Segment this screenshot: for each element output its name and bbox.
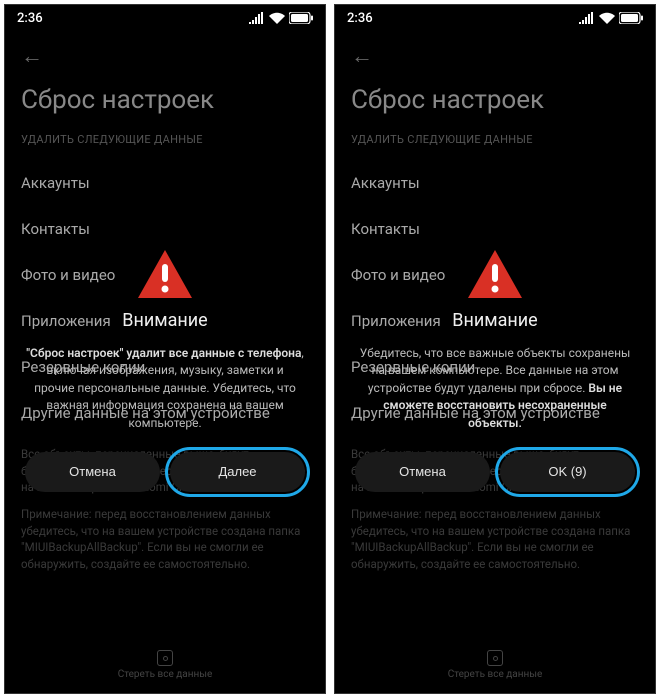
dialog-buttons: Отмена OK (9)	[335, 452, 655, 492]
warning-icon	[138, 250, 192, 298]
ok-button[interactable]: OK (9)	[500, 452, 635, 492]
phone-screenshot-1: 2:36 ← Сброс настроек УДАЛИТЬ СЛЕДУЮЩИЕ …	[4, 4, 326, 694]
phone-screenshot-2: 2:36 ← Сброс настроек УДАЛИТЬ СЛЕДУЮЩИЕ …	[334, 4, 656, 694]
dialog-overlay: Внимание "Сброс настроек" удалит все дан…	[5, 5, 325, 693]
dialog-body: "Сброс настроек" удалит все данные с тел…	[5, 345, 325, 432]
dialog-title: Внимание	[452, 310, 537, 331]
dialog-overlay: Внимание Убедитесь, что все важные объек…	[335, 5, 655, 693]
dialog-buttons: Отмена Далее	[5, 452, 325, 492]
dialog-title: Внимание	[122, 310, 207, 331]
next-button[interactable]: Далее	[170, 452, 305, 492]
dialog-body: Убедитесь, что все важные объекты сохран…	[335, 345, 655, 432]
warning-icon	[468, 250, 522, 298]
cancel-button[interactable]: Отмена	[25, 452, 160, 492]
cancel-button[interactable]: Отмена	[355, 452, 490, 492]
